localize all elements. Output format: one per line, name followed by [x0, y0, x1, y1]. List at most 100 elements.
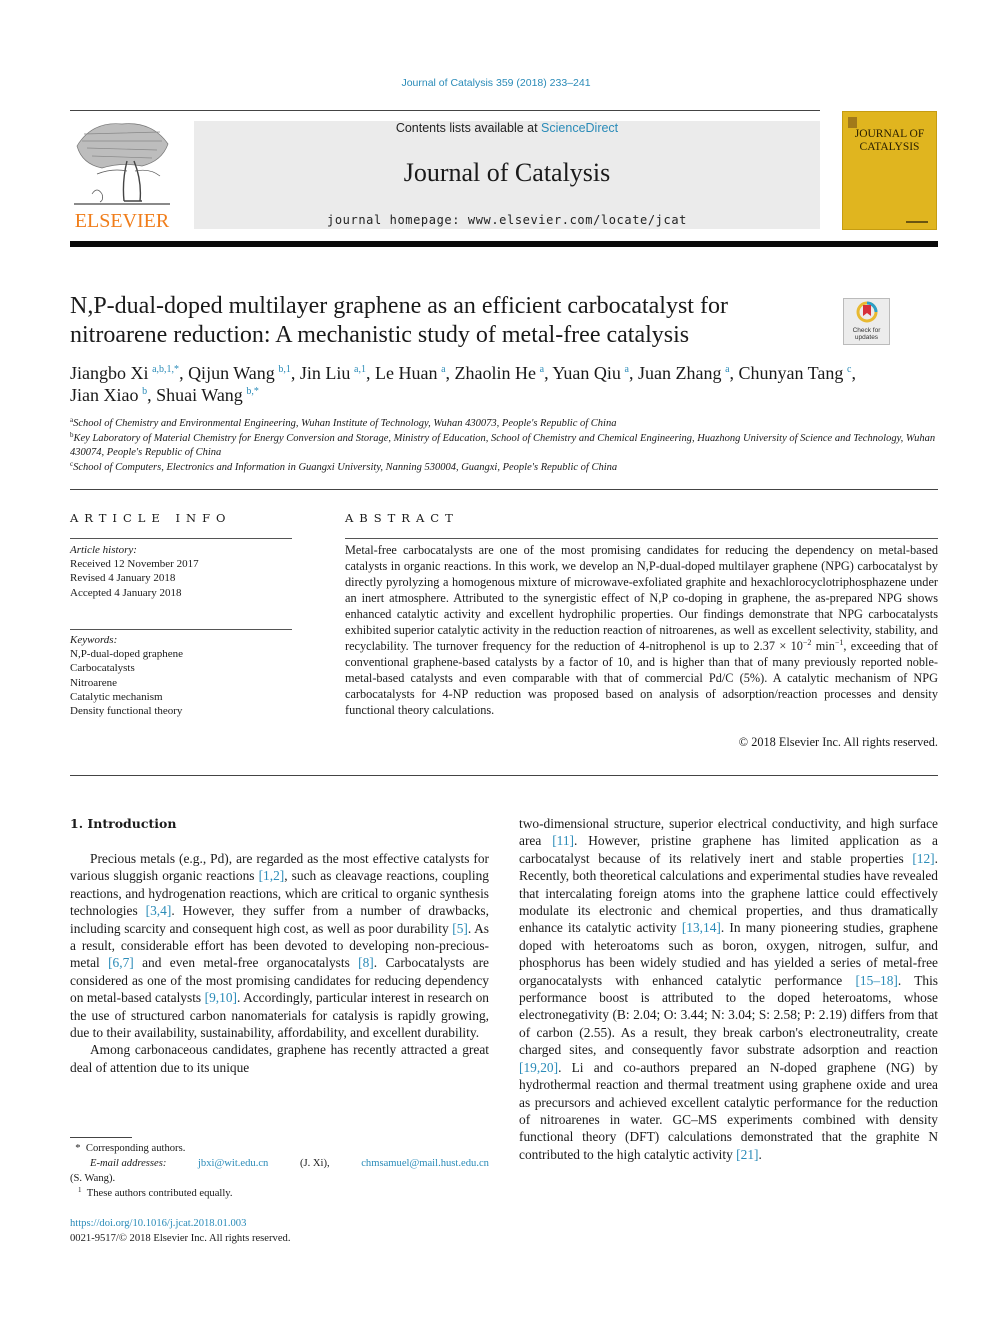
citation-link[interactable]: [8]	[358, 955, 374, 970]
equal-contribution-text: These authors contributed equally.	[86, 1188, 233, 1199]
keywords: Keywords: N,P-dual-doped graphene Carboc…	[70, 633, 292, 718]
citation-link[interactable]: [3,4]	[146, 903, 172, 918]
citation-link[interactable]: [1,2]	[259, 868, 285, 883]
email-link-wang[interactable]: chmsamuel@mail.hust.edu.cn	[361, 1156, 489, 1171]
author-separator: ,	[628, 363, 638, 383]
body-paragraph: Among carbonaceous candidates, graphene …	[70, 1041, 489, 1076]
introduction-heading: 1. Introduction	[70, 816, 177, 831]
author-separator: ,	[179, 363, 189, 383]
history-item: Accepted 4 January 2018	[70, 586, 182, 599]
citation-link[interactable]: [15–18]	[855, 973, 897, 988]
email-link-xi[interactable]: jbxi@wit.edu.cn	[198, 1156, 268, 1171]
affiliation-text: School of Chemistry and Environmental En…	[73, 418, 617, 429]
cover-title-line: JOURNAL OF	[854, 128, 925, 140]
body-paragraph: two-dimensional structure, superior elec…	[519, 815, 938, 1163]
doi-block: https://doi.org/10.1016/j.jcat.2018.01.0…	[70, 1216, 489, 1246]
body-column-left: Precious metals (e.g., Pd), are regarded…	[70, 850, 489, 1076]
article-info-heading: ARTICLE INFO	[70, 511, 232, 525]
author-affiliation-mark[interactable]: a,1	[354, 364, 366, 375]
cover-publisher-icon	[848, 117, 857, 128]
author-separator: ,	[729, 363, 739, 383]
check-updates-label: Check for updates	[844, 327, 889, 341]
section-rule	[70, 489, 938, 490]
contents-prefix: Contents lists available at	[395, 121, 542, 135]
affiliation-list: aSchool of Chemistry and Environmental E…	[70, 417, 940, 476]
keyword-item: Nitroarene	[70, 676, 118, 689]
author[interactable]: Jian Xiao b,	[70, 385, 156, 405]
journal-reference-link[interactable]: Journal of Catalysis 359 (2018) 233–241	[0, 77, 992, 89]
author-name: Shuai Wang	[156, 385, 243, 405]
citation-link[interactable]: [9,10]	[205, 990, 237, 1005]
journal-homepage[interactable]: journal homepage: www.elsevier.com/locat…	[194, 213, 820, 227]
article-info-rule	[70, 538, 292, 539]
cover-title-line: CATALYSIS	[859, 141, 920, 153]
author[interactable]: Zhaolin He a,	[455, 363, 553, 383]
body-text: . Li and co-authors prepared an N-doped …	[519, 1059, 938, 1162]
affiliation: bKey Laboratory of Material Chemistry fo…	[70, 431, 940, 461]
affiliation-text: School of Computers, Electronics and Inf…	[73, 462, 618, 474]
abstract-text: Metal-free carbocatalysts are one of the…	[345, 542, 938, 718]
issn-copyright: 0021-9517/© 2018 Elsevier Inc. All right…	[70, 1233, 291, 1244]
author-affiliation-mark[interactable]: b,1	[278, 364, 291, 375]
journal-masthead: Contents lists available at ScienceDirec…	[194, 121, 820, 229]
author[interactable]: Yuan Qiu a,	[552, 363, 638, 383]
author-affiliation-mark[interactable]: b,*	[246, 386, 259, 397]
author[interactable]: Shuai Wang b,*	[156, 385, 259, 405]
email-owner: (J. Xi),	[299, 1158, 330, 1169]
author-name: Jiangbo Xi	[70, 363, 149, 383]
contents-line: Contents lists available at ScienceDirec…	[194, 121, 820, 135]
citation-link[interactable]: [6,7]	[108, 955, 134, 970]
email-label: E-mail addresses:	[90, 1158, 167, 1169]
author[interactable]: Jiangbo Xi a,b,1,*,	[70, 363, 188, 383]
author-separator: ,	[365, 363, 375, 383]
author[interactable]: Juan Zhang a,	[638, 363, 739, 383]
history-item: Received 12 November 2017	[70, 558, 199, 571]
citation-link[interactable]: [19,20]	[519, 1060, 558, 1075]
check-for-updates-button[interactable]: Check for updates	[843, 298, 890, 345]
author-name: Zhaolin He	[454, 363, 536, 383]
author-affiliation-mark[interactable]: a,b,1,*	[152, 364, 179, 375]
author[interactable]: Jin Liu a,1,	[300, 363, 375, 383]
keyword-item: N,P-dual-doped graphene	[70, 648, 184, 661]
citation-link[interactable]: [21]	[736, 1147, 758, 1162]
keyword-item: Catalytic mechanism	[70, 690, 163, 703]
journal-name: Journal of Catalysis	[403, 158, 611, 187]
author-name: Qijun Wang	[188, 363, 275, 383]
author-name: Yuan Qiu	[552, 363, 621, 383]
author-separator: ,	[147, 385, 157, 405]
elsevier-logo[interactable]: ELSEVIER	[70, 114, 174, 232]
journal-cover-image[interactable]: JOURNAL OF CATALYSIS	[842, 111, 937, 230]
citation-link[interactable]: [5]	[452, 921, 468, 936]
check-updates-line: Check for	[852, 327, 881, 334]
citation-link[interactable]: [11]	[552, 833, 574, 848]
doi-link[interactable]: https://doi.org/10.1016/j.jcat.2018.01.0…	[70, 1216, 489, 1231]
affiliation: aSchool of Chemistry and Environmental E…	[70, 417, 940, 432]
abstract-copyright: © 2018 Elsevier Inc. All rights reserved…	[738, 735, 938, 749]
author-name: Le Huan	[374, 363, 438, 383]
citation-link[interactable]: [12]	[912, 851, 934, 866]
abstract-segment: min	[811, 639, 835, 653]
header-rule	[70, 110, 820, 111]
keywords-label: Keywords:	[70, 634, 118, 646]
body-column-right: two-dimensional structure, superior elec…	[519, 815, 938, 1163]
check-updates-line: updates	[854, 334, 879, 341]
author[interactable]: Qijun Wang b,1,	[188, 363, 300, 383]
body-text: Among carbonaceous candidates, graphene …	[70, 1042, 489, 1075]
header-thick-rule	[70, 241, 938, 247]
author-separator: ,	[851, 363, 856, 383]
footnotes: * Corresponding authors. E-mail addresse…	[70, 1141, 489, 1201]
citation-link[interactable]: [13,14]	[682, 920, 721, 935]
author-list: Jiangbo Xi a,b,1,*, Qijun Wang b,1, Jin …	[70, 362, 945, 406]
affiliation-text: Key Laboratory of Material Chemistry for…	[70, 432, 936, 459]
cover-footer-mark	[906, 221, 928, 223]
email-owner: (S. Wang).	[70, 1173, 116, 1184]
equal-contribution-footnote: 1 These authors contributed equally.	[70, 1186, 489, 1201]
author[interactable]: Le Huan a,	[375, 363, 455, 383]
author[interactable]: Chunyan Tang c,	[739, 363, 856, 383]
sciencedirect-link[interactable]: ScienceDirect	[541, 121, 618, 135]
article-title: N,P-dual-doped multilayer graphene as an…	[70, 293, 728, 348]
abstract-heading: ABSTRACT	[345, 511, 459, 525]
keyword-item: Density functional theory	[70, 705, 183, 718]
footnote-rule	[70, 1137, 132, 1138]
author-name: Jian Xiao	[70, 385, 139, 405]
